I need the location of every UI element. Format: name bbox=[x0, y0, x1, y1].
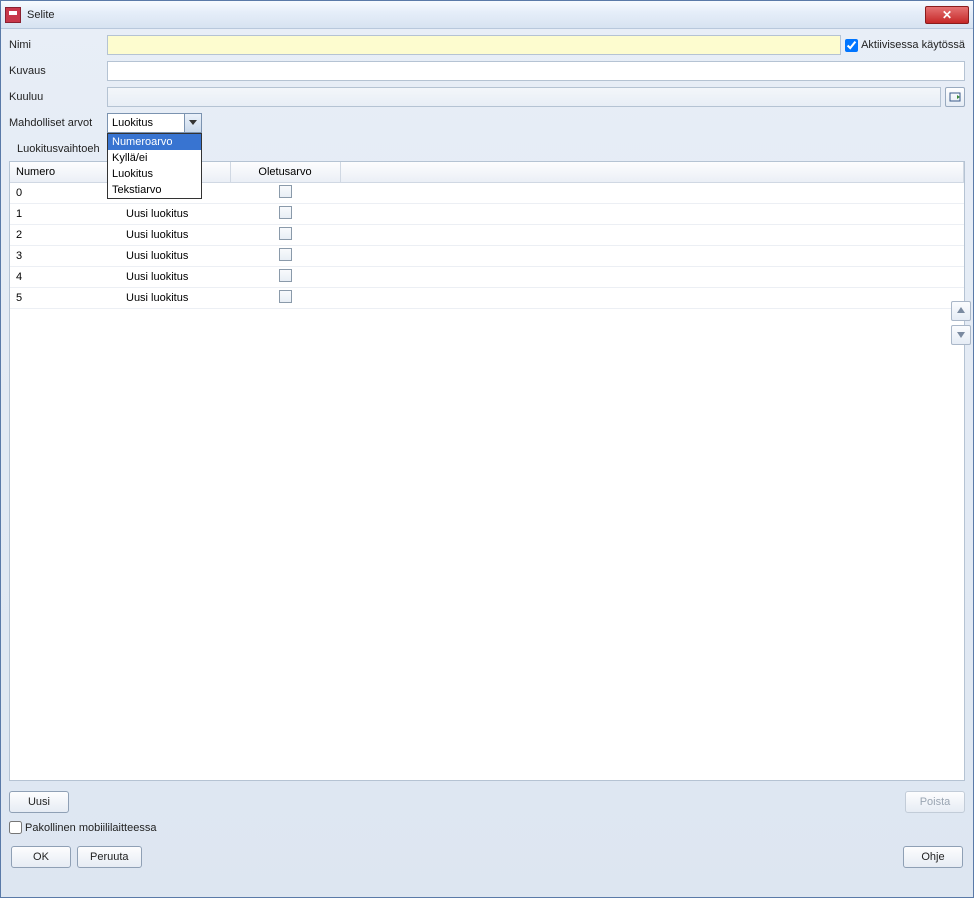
dropdown-item-luokitus[interactable]: Luokitus bbox=[108, 166, 201, 182]
aktiivisessa-label: Aktiivisessa käytössä bbox=[861, 39, 965, 51]
pakollinen-wrapper[interactable]: Pakollinen mobiililaitteessa bbox=[9, 819, 965, 836]
cell-oletusarvo[interactable] bbox=[230, 287, 340, 308]
dropdown-item-numeroarvo[interactable]: Numeroarvo bbox=[108, 134, 201, 150]
pakollinen-checkbox[interactable] bbox=[9, 821, 22, 834]
aktiivisessa-checkbox[interactable] bbox=[845, 39, 858, 52]
cell-numero[interactable]: 1 bbox=[10, 203, 120, 224]
dialog-window: Selite ✕ Nimi Aktiivisessa käytössä Kuva… bbox=[0, 0, 974, 898]
row-kuuluu: Kuuluu bbox=[9, 87, 965, 107]
cell-filler bbox=[340, 287, 964, 308]
peruuta-button[interactable]: Peruuta bbox=[77, 846, 142, 868]
cell-filler bbox=[340, 266, 964, 287]
oletusarvo-checkbox[interactable] bbox=[279, 269, 292, 282]
table-footer-row: Uusi Poista bbox=[9, 787, 965, 813]
nimi-input[interactable] bbox=[107, 35, 841, 55]
cell-oletusarvo[interactable] bbox=[230, 182, 340, 203]
th-filler bbox=[340, 162, 964, 182]
arrow-down-icon bbox=[956, 330, 966, 340]
table-row[interactable]: 2Uusi luokitus bbox=[10, 224, 964, 245]
th-oletusarvo[interactable]: Oletusarvo bbox=[230, 162, 340, 182]
kuuluu-browse-button[interactable] bbox=[945, 87, 965, 107]
chevron-down-icon bbox=[189, 120, 197, 126]
ohje-button[interactable]: Ohje bbox=[903, 846, 963, 868]
titlebar: Selite ✕ bbox=[1, 1, 973, 29]
table-row[interactable]: 4Uusi luokitus bbox=[10, 266, 964, 287]
dropdown-item-kyllaei[interactable]: Kyllä/ei bbox=[108, 150, 201, 166]
cell-filler bbox=[340, 224, 964, 245]
cell-nimi[interactable]: Uusi luokitus bbox=[120, 203, 230, 224]
move-down-button[interactable] bbox=[951, 325, 971, 345]
cell-filler bbox=[340, 203, 964, 224]
oletusarvo-checkbox[interactable] bbox=[279, 248, 292, 261]
cell-nimi[interactable]: Uusi luokitus bbox=[120, 224, 230, 245]
uusi-button[interactable]: Uusi bbox=[9, 791, 69, 813]
content-area: Nimi Aktiivisessa käytössä Kuvaus Kuuluu… bbox=[1, 29, 973, 897]
th-numero[interactable]: Numero bbox=[10, 162, 120, 182]
dropdown-item-tekstiarvo[interactable]: Tekstiarvo bbox=[108, 182, 201, 198]
label-kuuluu: Kuuluu bbox=[9, 91, 103, 103]
window-title: Selite bbox=[27, 9, 925, 21]
poista-button[interactable]: Poista bbox=[905, 791, 965, 813]
bottom-button-bar: OK Peruuta Ohje bbox=[9, 842, 965, 870]
aktiivisessa-wrapper[interactable]: Aktiivisessa käytössä bbox=[845, 39, 965, 52]
cell-numero[interactable]: 5 bbox=[10, 287, 120, 308]
cell-nimi[interactable]: Uusi luokitus bbox=[120, 287, 230, 308]
cell-numero[interactable]: 3 bbox=[10, 245, 120, 266]
label-kuvaus: Kuvaus bbox=[9, 65, 103, 77]
close-icon: ✕ bbox=[942, 8, 952, 22]
cell-nimi[interactable]: Uusi luokitus bbox=[120, 266, 230, 287]
label-nimi: Nimi bbox=[9, 39, 103, 51]
combo-dropdown-button[interactable] bbox=[184, 114, 201, 132]
combo-selected-text: Luokitus bbox=[108, 117, 184, 129]
table-row[interactable]: 5Uusi luokitus bbox=[10, 287, 964, 308]
oletusarvo-checkbox[interactable] bbox=[279, 227, 292, 240]
cell-oletusarvo[interactable] bbox=[230, 224, 340, 245]
close-button[interactable]: ✕ bbox=[925, 6, 969, 24]
cell-numero[interactable]: 0 bbox=[10, 182, 120, 203]
table-area: Numero Nimi Oletusarvo 01Uusi luokitus2U… bbox=[9, 161, 965, 781]
kuuluu-field[interactable] bbox=[107, 87, 941, 107]
label-mahdolliset: Mahdolliset arvot bbox=[9, 117, 103, 129]
oletusarvo-checkbox[interactable] bbox=[279, 206, 292, 219]
cell-filler bbox=[340, 182, 964, 203]
table-row[interactable]: 1Uusi luokitus bbox=[10, 203, 964, 224]
table-row[interactable]: 3Uusi luokitus bbox=[10, 245, 964, 266]
cell-filler bbox=[340, 245, 964, 266]
pakollinen-label: Pakollinen mobiililaitteessa bbox=[25, 822, 156, 834]
kuvaus-input[interactable] bbox=[107, 61, 965, 81]
combo-dropdown-list: Numeroarvo Kyllä/ei Luokitus Tekstiarvo bbox=[107, 133, 202, 199]
oletusarvo-checkbox[interactable] bbox=[279, 185, 292, 198]
app-icon bbox=[5, 7, 21, 23]
reorder-arrows bbox=[951, 301, 973, 345]
mahdolliset-combo[interactable]: Luokitus Numeroarvo Kyllä/ei Luokitus Te… bbox=[107, 113, 202, 133]
oletusarvo-checkbox[interactable] bbox=[279, 290, 292, 303]
row-mahdolliset: Mahdolliset arvot Luokitus Numeroarvo Ky… bbox=[9, 113, 965, 133]
cell-oletusarvo[interactable] bbox=[230, 203, 340, 224]
cell-numero[interactable]: 2 bbox=[10, 224, 120, 245]
browse-icon bbox=[949, 91, 961, 103]
ok-button[interactable]: OK bbox=[11, 846, 71, 868]
row-nimi: Nimi Aktiivisessa käytössä bbox=[9, 35, 965, 55]
arrow-up-icon bbox=[956, 306, 966, 316]
cell-numero[interactable]: 4 bbox=[10, 266, 120, 287]
cell-oletusarvo[interactable] bbox=[230, 245, 340, 266]
move-up-button[interactable] bbox=[951, 301, 971, 321]
cell-oletusarvo[interactable] bbox=[230, 266, 340, 287]
cell-nimi[interactable]: Uusi luokitus bbox=[120, 245, 230, 266]
row-kuvaus: Kuvaus bbox=[9, 61, 965, 81]
luokitus-table-wrap: Numero Nimi Oletusarvo 01Uusi luokitus2U… bbox=[9, 161, 965, 781]
